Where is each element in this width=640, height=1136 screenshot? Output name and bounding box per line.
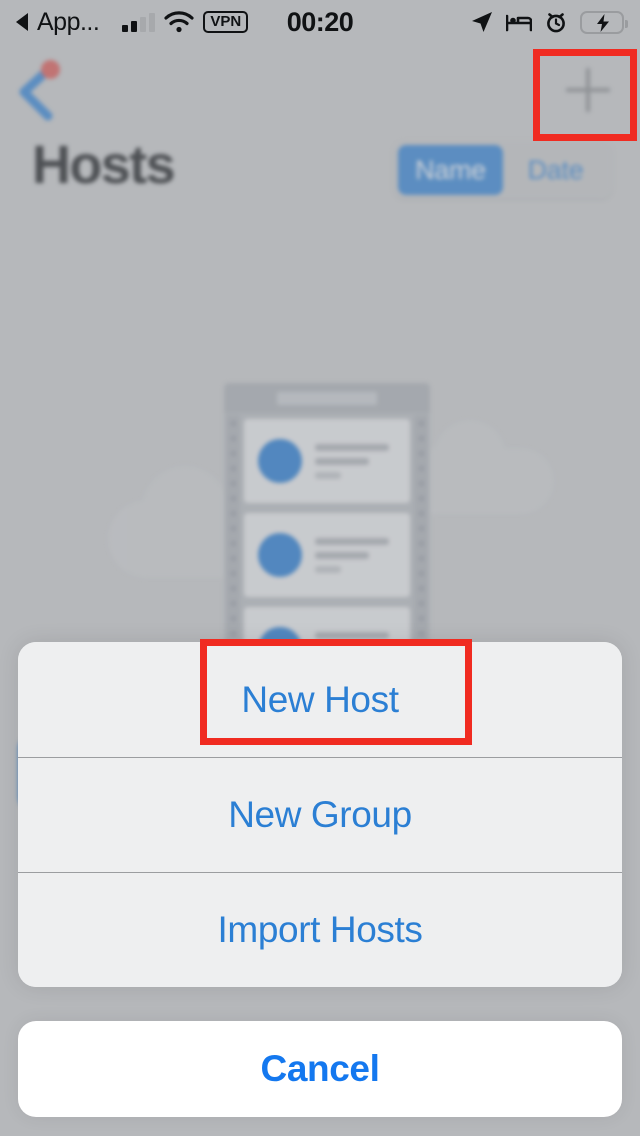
status-back-app-label[interactable]: App... (37, 8, 100, 37)
action-sheet-item-new-host[interactable]: New Host (18, 642, 622, 757)
action-sheet-item-import-hosts[interactable]: Import Hosts (18, 872, 622, 987)
action-sheet: New Host New Group Import Hosts (18, 642, 622, 987)
location-arrow-icon (471, 11, 493, 33)
wifi-icon (164, 11, 194, 33)
vpn-badge: VPN (203, 11, 249, 33)
cancel-button[interactable]: Cancel (18, 1021, 622, 1117)
status-bar: App... VPN 00:20 (0, 0, 640, 44)
phone-screen: Hosts Name Date App... VPN 00:20 New Hos… (0, 0, 640, 1136)
bed-icon (506, 12, 532, 32)
alarm-clock-icon (545, 11, 567, 33)
cellular-signal-icon (122, 12, 156, 32)
action-sheet-item-new-group[interactable]: New Group (18, 757, 622, 872)
battery-charging-icon (580, 10, 628, 34)
triangle-left-icon[interactable] (16, 13, 28, 31)
